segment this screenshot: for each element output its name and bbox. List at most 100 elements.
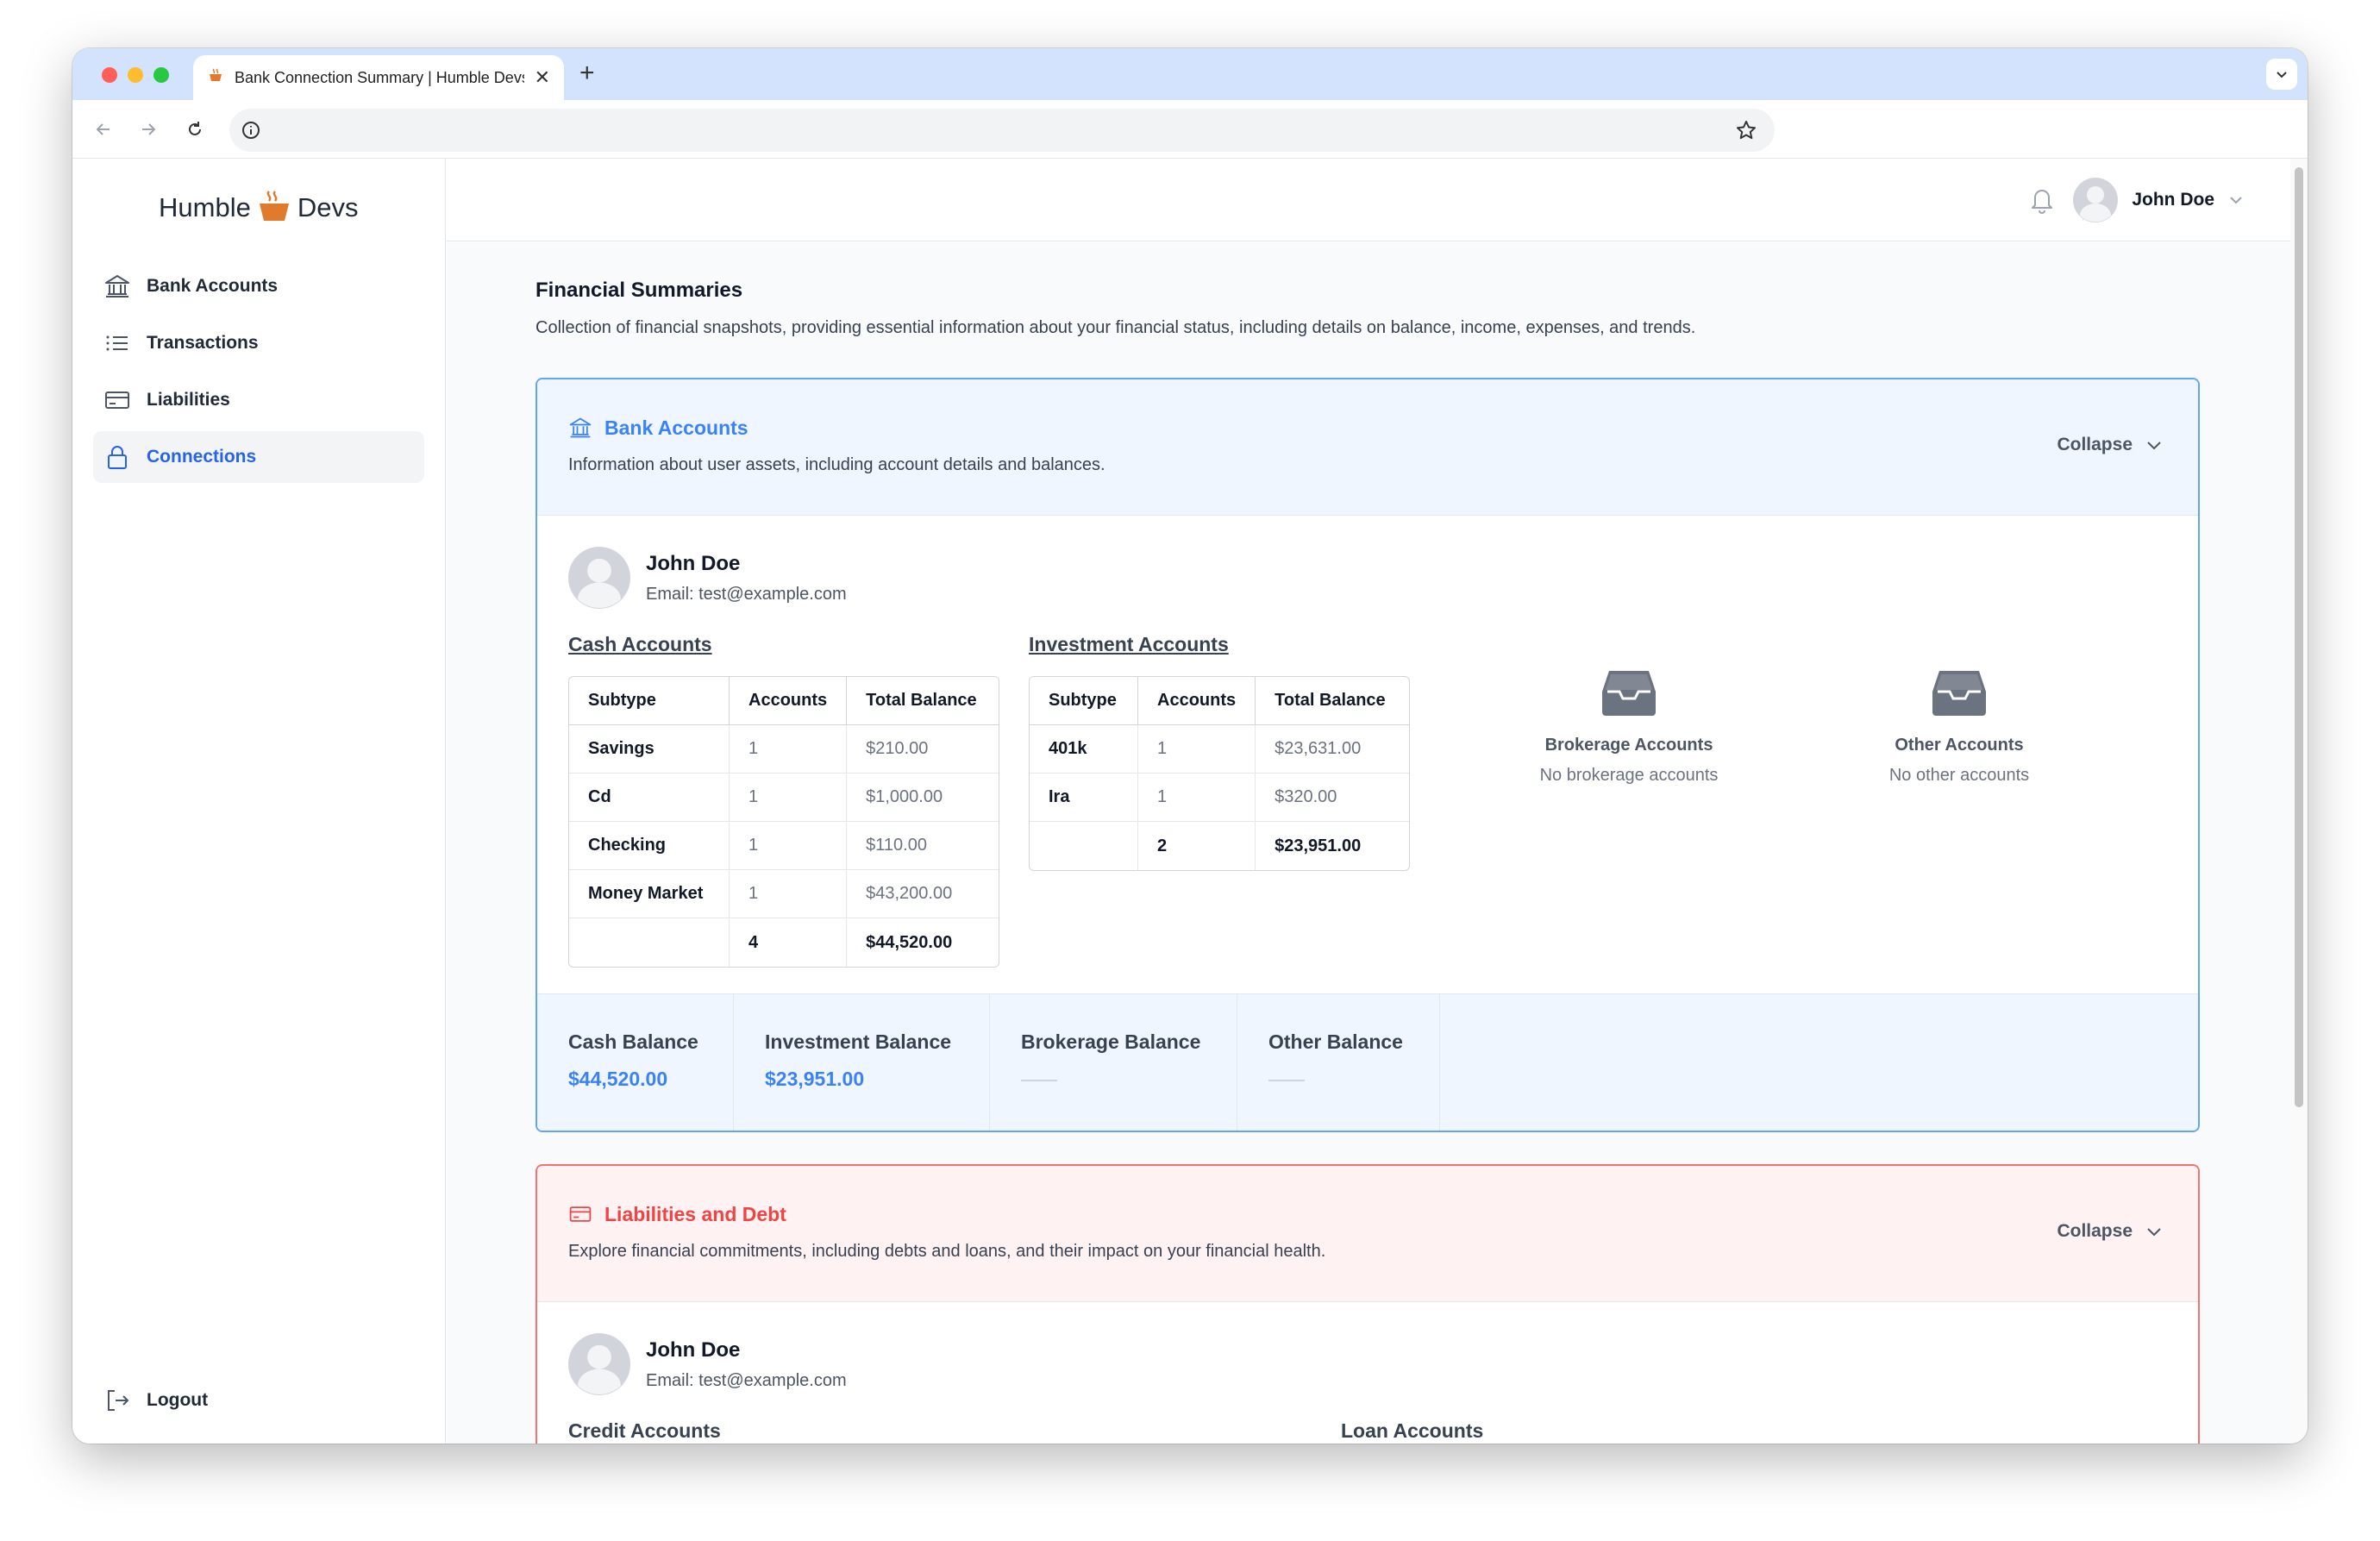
column-header: Accounts — [730, 677, 848, 725]
tab-title: Bank Connection Summary | Humble Devs — [235, 68, 524, 86]
close-window-button[interactable] — [102, 67, 117, 83]
bank-icon — [105, 275, 129, 298]
window-controls — [102, 67, 169, 83]
page-scrollbar[interactable] — [2290, 159, 2308, 1444]
investment-balance: Investment Balance $23,951.00 — [734, 994, 990, 1131]
investment-accounts-title[interactable]: Investment Accounts — [1029, 633, 1229, 656]
other-balance: Other Balance — [1237, 994, 1440, 1131]
chevron-down-icon — [2277, 72, 2287, 78]
page-description: Collection of financial snapshots, provi… — [536, 318, 1696, 337]
cash-balance: Cash Balance $44,520.00 — [537, 994, 734, 1131]
cash-balance-value: $44,520.00 — [568, 1068, 668, 1090]
forward-button[interactable] — [135, 116, 162, 143]
logout-icon — [108, 1390, 129, 1411]
liabilities-card: Liabilities and Debt Explore financial c… — [536, 1164, 2200, 1444]
address-bar[interactable] — [229, 109, 1775, 152]
sidebar-item-transactions[interactable]: Transactions — [93, 317, 424, 369]
bank-accounts-card-description: Information about user assets, including… — [568, 455, 1105, 474]
table-row: Ira 1 $320.00 — [1030, 774, 1409, 822]
avatar — [2073, 178, 2119, 222]
browser-toolbar — [72, 100, 2308, 159]
browser-tab[interactable]: Bank Connection Summary | Humble Devs ✕ — [193, 55, 564, 100]
column-header: Subtype — [569, 677, 730, 725]
bank-accounts-card: Bank Accounts Information about user ass… — [536, 378, 2200, 1132]
chevron-down-icon — [2147, 442, 2161, 450]
cash-accounts-title[interactable]: Cash Accounts — [568, 633, 712, 656]
notifications-bell-icon[interactable] — [2028, 185, 2056, 218]
brokerage-accounts-title: Brokerage Accounts — [1544, 736, 1713, 755]
table-row: Money Market 1 $43,200.00 — [569, 870, 999, 918]
other-accounts-empty-text: No other accounts — [1888, 766, 2030, 785]
holder-name: John Doe — [646, 551, 741, 575]
balance-summary: Cash Balance $44,520.00 Investment Balan… — [537, 993, 2198, 1131]
minimize-window-button[interactable] — [128, 67, 143, 83]
table-row: Checking 1 $110.00 — [569, 822, 999, 870]
logo-bowl-icon — [259, 191, 289, 221]
new-tab-button[interactable]: + — [579, 59, 595, 88]
favicon-icon — [207, 67, 224, 89]
browser-tab-bar: Bank Connection Summary | Humble Devs ✕ … — [72, 48, 2308, 100]
bank-accounts-card-header[interactable]: Bank Accounts Information about user ass… — [537, 379, 2198, 516]
credit-accounts-title: Credit Accounts — [568, 1419, 721, 1442]
top-header: John Doe — [447, 159, 2290, 241]
column-header: Total Balance — [1256, 677, 1409, 725]
brokerage-balance: Brokerage Balance — [990, 994, 1237, 1131]
list-icon — [106, 335, 128, 351]
investment-balance-value: $23,951.00 — [765, 1068, 865, 1090]
reload-icon — [189, 122, 201, 135]
tab-close-icon[interactable]: ✕ — [535, 66, 550, 89]
sidebar-item-bank-accounts[interactable]: Bank Accounts — [93, 260, 424, 312]
browser-window: Bank Connection Summary | Humble Devs ✕ … — [72, 48, 2308, 1444]
liabilities-card-description: Explore financial commitments, including… — [568, 1242, 1326, 1261]
chevron-down-icon — [2147, 1228, 2161, 1237]
site-info-icon[interactable] — [241, 121, 260, 144]
avatar — [568, 1333, 630, 1395]
brokerage-accounts-empty: Brokerage Accounts No brokerage accounts — [1500, 667, 1758, 786]
user-name: John Doe — [2132, 190, 2214, 210]
table-header-row: Subtype Accounts Total Balance — [569, 677, 999, 725]
inbox-icon — [1932, 671, 1986, 716]
arrow-left-icon — [96, 123, 110, 135]
liabilities-card-header[interactable]: Liabilities and Debt Explore financial c… — [537, 1166, 2198, 1302]
main-content: Financial Summaries Collection of financ… — [447, 242, 2290, 1444]
app-logo[interactable]: Humble Devs — [159, 190, 358, 226]
collapse-button[interactable]: Collapse — [2057, 1221, 2164, 1242]
sidebar: Humble Devs Bank Accounts Transactions L… — [72, 159, 446, 1444]
column-header: Accounts — [1138, 677, 1256, 725]
bookmark-star-icon[interactable] — [1735, 119, 1757, 146]
inbox-icon — [1602, 671, 1656, 716]
arrow-right-icon — [142, 123, 156, 135]
account-holder: John Doe Email: test@example.com — [568, 547, 847, 609]
holder-email: Email: test@example.com — [646, 584, 847, 604]
back-button[interactable] — [90, 116, 117, 143]
sidebar-item-connections[interactable]: Connections — [93, 431, 424, 483]
app-viewport: Humble Devs Bank Accounts Transactions L… — [72, 159, 2308, 1444]
table-row: 401k 1 $23,631.00 — [1030, 725, 1409, 774]
lock-icon — [108, 446, 127, 469]
liabilities-card-title: Liabilities and Debt — [568, 1202, 786, 1226]
logout-button[interactable]: Logout — [103, 1387, 208, 1414]
tab-search-button[interactable] — [2266, 59, 2297, 90]
other-accounts-title: Other Accounts — [1895, 736, 2024, 755]
column-header: Total Balance — [847, 677, 999, 725]
reload-button[interactable] — [181, 116, 209, 143]
collapse-button[interactable]: Collapse — [2057, 435, 2164, 455]
sidebar-nav: Bank Accounts Transactions Liabilities C… — [93, 260, 424, 488]
maximize-window-button[interactable] — [153, 67, 169, 83]
table-header-row: Subtype Accounts Total Balance — [1030, 677, 1409, 725]
table-row: Cd 1 $1,000.00 — [569, 774, 999, 822]
account-holder: John Doe Email: test@example.com — [568, 1333, 847, 1395]
other-accounts-empty: Other Accounts No other accounts — [1830, 667, 2089, 786]
sidebar-item-liabilities[interactable]: Liabilities — [93, 374, 424, 426]
loan-accounts-title: Loan Accounts — [1341, 1419, 1484, 1442]
empty-value-dash — [1268, 1080, 1305, 1081]
table-row: Savings 1 $210.00 — [569, 725, 999, 774]
user-menu-button[interactable]: John Doe — [2073, 178, 2244, 222]
table-total-row: 2 $23,951.00 — [1030, 822, 1409, 870]
avatar — [568, 547, 630, 609]
holder-email: Email: test@example.com — [646, 1370, 847, 1390]
cash-accounts-table: Subtype Accounts Total Balance Savings 1… — [568, 676, 999, 968]
credit-card-icon — [569, 1206, 592, 1222]
credit-card-icon — [105, 392, 129, 409]
scrollbar-thumb[interactable] — [2295, 167, 2303, 1107]
